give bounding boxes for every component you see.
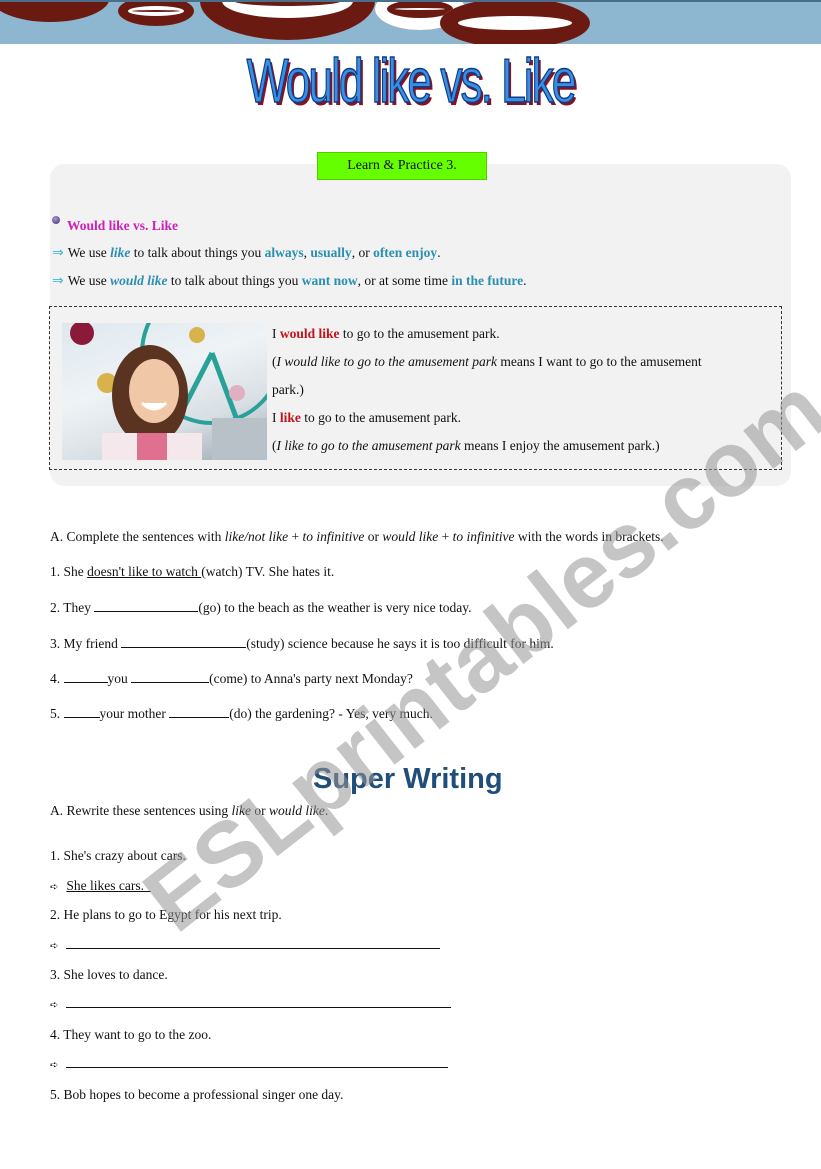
example-like-explanation: (I like to go to the amusement park mean… [272, 438, 660, 453]
answer-line[interactable] [66, 938, 441, 949]
example-would-like-explanation: (I would like to go to the amusement par… [272, 354, 702, 369]
exercise-item-3: 3. My friend (study) science because he … [50, 635, 554, 651]
header-banner [0, 0, 821, 44]
answer-blank[interactable] [131, 670, 210, 683]
exercise-a-instructions: A. Complete the sentences with like/not … [50, 529, 664, 544]
pointing-hand-icon: ➪ [50, 941, 59, 952]
answer-blank[interactable] [121, 635, 247, 648]
answer-blank[interactable] [63, 705, 100, 718]
decorative-circle [440, 2, 590, 44]
photo-illustration [70, 323, 267, 460]
exercise-item-4: 4. you (come) to Anna's party next Monda… [50, 670, 413, 686]
answer-blank[interactable] [169, 705, 230, 718]
section-badge: Learn & Practice 3. [317, 152, 487, 180]
answer-text: doesn't like to watch [87, 564, 202, 579]
rule-like: ⇒ We use like to talk about things you al… [52, 245, 441, 261]
arrow-right-icon: ⇒ [52, 273, 64, 289]
super-writing-instructions: A. Rewrite these sentences using like or… [50, 803, 329, 818]
writing-answer-2: ➪ [50, 937, 441, 953]
writing-prompt-3: 3. She loves to dance. [50, 967, 168, 982]
super-writing-title: Super Writing [313, 763, 503, 795]
grammar-heading: Would like vs. Like [52, 216, 178, 234]
pointing-hand-icon: ➪ [50, 1000, 59, 1011]
exercise-item-2: 2. They (go) to the beach as the weather… [50, 599, 472, 615]
answer-blank[interactable] [63, 670, 108, 683]
example-would-like-explanation-cont: park.) [272, 382, 304, 397]
decorative-circle [118, 2, 194, 26]
amusement-park-photo [62, 323, 267, 460]
page-title: Would like vs. Like [246, 47, 577, 117]
exercise-item-5: 5. your mother (do) the gardening? - Yes… [50, 705, 433, 721]
bullet-icon [52, 216, 60, 224]
writing-prompt-2: 2. He plans to go to Egypt for his next … [50, 907, 282, 922]
writing-prompt-1: 1. She's crazy about cars. [50, 848, 186, 863]
decorative-circle [200, 2, 375, 40]
arrow-right-icon: ⇒ [52, 245, 64, 261]
example-like: I like to go to the amusement park. [272, 410, 461, 425]
answer-line[interactable] [66, 997, 452, 1008]
example-would-like: I would like to go to the amusement park… [272, 326, 500, 341]
writing-answer-3: ➪ [50, 996, 452, 1012]
writing-answer-1: ➪ She likes cars. [50, 878, 151, 893]
writing-answer-4: ➪ [50, 1056, 449, 1072]
answer-blank[interactable] [94, 599, 199, 612]
answer-line[interactable] [66, 1057, 449, 1068]
pointing-hand-icon: ➪ [50, 1060, 59, 1071]
writing-prompt-5: 5. Bob hopes to become a professional si… [50, 1087, 344, 1102]
pointing-hand-icon: ➪ [50, 882, 59, 893]
writing-prompt-4: 4. They want to go to the zoo. [50, 1027, 212, 1042]
rule-would-like: ⇒ We use would like to talk about things … [52, 273, 527, 289]
decorative-circle [0, 2, 110, 22]
exercise-item-1: 1. She doesn't like to watch (watch) TV.… [50, 564, 335, 579]
